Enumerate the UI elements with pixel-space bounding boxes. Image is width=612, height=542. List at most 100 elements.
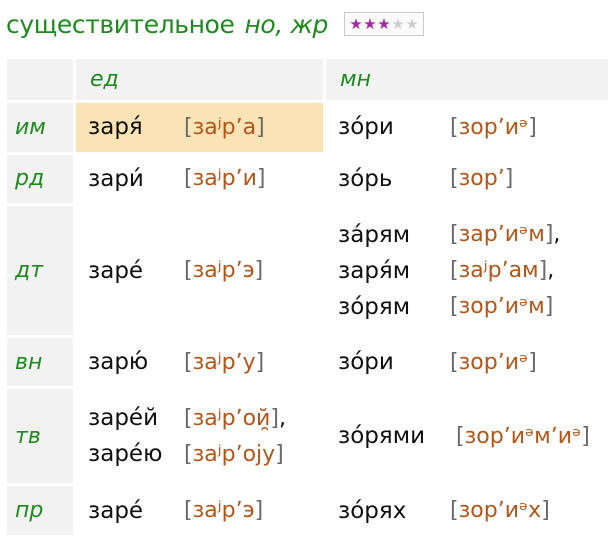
form-cell-singular: заря́ [заʲрʼа] [76, 102, 323, 152]
star-icon: ★ [405, 14, 419, 33]
form-cell-plural: зо́рями [зорʼиᵊмʼиᵊ] [326, 389, 608, 484]
word-form: заре́ю [88, 441, 163, 468]
transcription: [заʲрʼу] [184, 349, 265, 375]
transcription-text: зорʼиᵊх [458, 498, 542, 524]
case-label: тв [7, 389, 73, 484]
star-icon: ★ [391, 14, 405, 33]
word-form-line: заря́ [заʲрʼа] [88, 109, 323, 145]
transcription-text: заʲрʼоjу [192, 441, 276, 467]
grammar-tags: но, жр [244, 9, 328, 39]
column-header-singular: ед [76, 59, 323, 100]
table-row: тв заре́й [заʲрʼой̯], заре́ю [заʲрʼоjу] зо́ря… [7, 389, 608, 484]
form-cell-singular: зари́ [заʲрʼи] [76, 154, 323, 204]
word-form-line: зо́рях [зорʼиᵊх] [338, 493, 608, 529]
star-icon: ★ [349, 14, 363, 33]
declension-table: ед мн им заря́ [заʲрʼа] зо́ри [зорʼиᵊ] рд зар… [4, 56, 611, 538]
word-form-line: заре́ [заʲрʼэ] [88, 253, 323, 289]
form-cell-plural: зо́рях [зорʼиᵊх] [326, 486, 608, 535]
word-form-line: зо́ри [зорʼиᵊ] [338, 109, 608, 145]
transcription-text: заʲрʼам [458, 258, 539, 283]
transcription: [заʲрʼэ] [184, 498, 264, 524]
table-row: им заря́ [заʲрʼа] зо́ри [зорʼиᵊ] [7, 102, 608, 152]
word-form: зо́рями [338, 423, 426, 450]
transcription: [зорʼиᵊ] [450, 349, 537, 375]
star-icon: ★ [377, 14, 391, 33]
form-cell-plural: за́рям [зарʼиᵊм], заря́м [заʲрʼам], зо́рям [з… [326, 206, 608, 335]
star-icon: ★ [363, 14, 377, 33]
table-row: пр заре́ [заʲрʼэ] зо́рях [зорʼиᵊх] [7, 486, 608, 535]
form-cell-plural: зо́рь [зорʼ] [326, 154, 608, 204]
case-label: дт [7, 206, 73, 335]
word-form-line: зо́рям [зорʼиᵊм] [338, 289, 608, 325]
transcription-text: зорʼиᵊ [458, 114, 529, 140]
transcription-text: зорʼ [458, 166, 505, 192]
transcription: [зорʼиᵊмʼиᵊ] [456, 423, 590, 449]
word-form: заря́ [88, 114, 143, 141]
part-of-speech-title: существительное [6, 9, 235, 39]
case-label: вн [7, 337, 73, 387]
transcription: [зорʼиᵊх] [450, 498, 550, 524]
transcription: [заʲрʼой̯] [184, 405, 279, 431]
transcription: [заʲрʼа] [184, 114, 265, 140]
word-form-line: за́рям [зарʼиᵊм], [338, 217, 608, 253]
form-cell-singular: зарю́ [заʲрʼу] [76, 337, 323, 387]
transcription: [заʲрʼоjу] [184, 441, 284, 467]
word-form: заре́ [88, 257, 144, 284]
page-header: существительное но, жр ★ ★ ★ ★ ★ [6, 6, 424, 42]
transcription: [заʲрʼи] [184, 166, 266, 192]
word-form-line: заря́м [заʲрʼам], [338, 253, 608, 289]
punctuation: , [278, 405, 286, 431]
case-label: рд [7, 154, 73, 204]
word-form: зо́рям [338, 293, 411, 320]
table-row: рд зари́ [заʲрʼи] зо́рь [зорʼ] [7, 154, 608, 204]
transcription: [зарʼиᵊм] [450, 222, 554, 247]
word-form: зо́ри [338, 114, 394, 141]
word-form: зо́рь [338, 165, 393, 192]
form-cell-plural: зо́ри [зорʼиᵊ] [326, 337, 608, 387]
word-form: заря́м [338, 257, 411, 284]
transcription-text: зорʼиᵊмʼиᵊ [464, 423, 582, 449]
word-form-line: зари́ [заʲрʼи] [88, 161, 323, 197]
word-form: заре́ [88, 497, 144, 524]
table-row: вн зарю́ [заʲрʼу] зо́ри [зорʼиᵊ] [7, 337, 608, 387]
word-form: зари́ [88, 165, 144, 192]
table-row: дт заре́ [заʲрʼэ] за́рям [зарʼиᵊм], заря́м [за… [7, 206, 608, 335]
case-label: им [7, 102, 73, 152]
word-form-line: заре́ [заʲрʼэ] [88, 493, 323, 529]
word-form: зарю́ [88, 349, 149, 376]
form-cell-singular: заре́ [заʲрʼэ] [76, 486, 323, 535]
transcription-text: заʲрʼу [192, 349, 256, 375]
transcription-text: заʲрʼи [192, 166, 257, 192]
transcription-text: заʲрʼой̯ [192, 405, 271, 431]
form-cell-plural: зо́ри [зорʼиᵊ] [326, 102, 608, 152]
transcription-text: зарʼиᵊм [458, 222, 545, 247]
transcription-text: заʲрʼа [192, 114, 257, 140]
transcription: [зорʼиᵊм] [450, 294, 554, 319]
word-form: за́рям [338, 221, 411, 248]
form-cell-singular: заре́й [заʲрʼой̯], заре́ю [заʲрʼоjу] [76, 389, 323, 484]
frequency-rating: ★ ★ ★ ★ ★ [343, 12, 424, 36]
transcription-text: заʲрʼэ [192, 258, 255, 283]
word-form: зо́ри [338, 349, 394, 376]
word-form: заре́й [88, 405, 159, 432]
transcription: [заʲрʼам] [450, 258, 548, 283]
column-header-plural: мн [326, 59, 608, 100]
word-form-line: зарю́ [заʲрʼу] [88, 344, 323, 380]
transcription: [зорʼ] [450, 166, 514, 192]
table-corner [7, 59, 73, 100]
column-header-row: ед мн [7, 59, 608, 100]
word-form-line: зо́рями [зорʼиᵊмʼиᵊ] [338, 418, 608, 454]
word-form-line: заре́й [заʲрʼой̯], [88, 400, 323, 436]
case-label: пр [7, 486, 73, 535]
word-form-line: заре́ю [заʲрʼоjу] [88, 436, 323, 472]
form-cell-singular: заре́ [заʲрʼэ] [76, 206, 323, 335]
transcription-text: зорʼиᵊ [458, 349, 529, 375]
word-form-line: зо́рь [зорʼ] [338, 161, 608, 197]
transcription-text: зорʼиᵊм [458, 294, 545, 319]
transcription: [заʲрʼэ] [184, 258, 264, 283]
word-form-line: зо́ри [зорʼиᵊ] [338, 344, 608, 380]
transcription-text: заʲрʼэ [192, 498, 255, 524]
punctuation: , [553, 222, 561, 247]
punctuation: , [547, 258, 555, 283]
transcription: [зорʼиᵊ] [450, 114, 537, 140]
